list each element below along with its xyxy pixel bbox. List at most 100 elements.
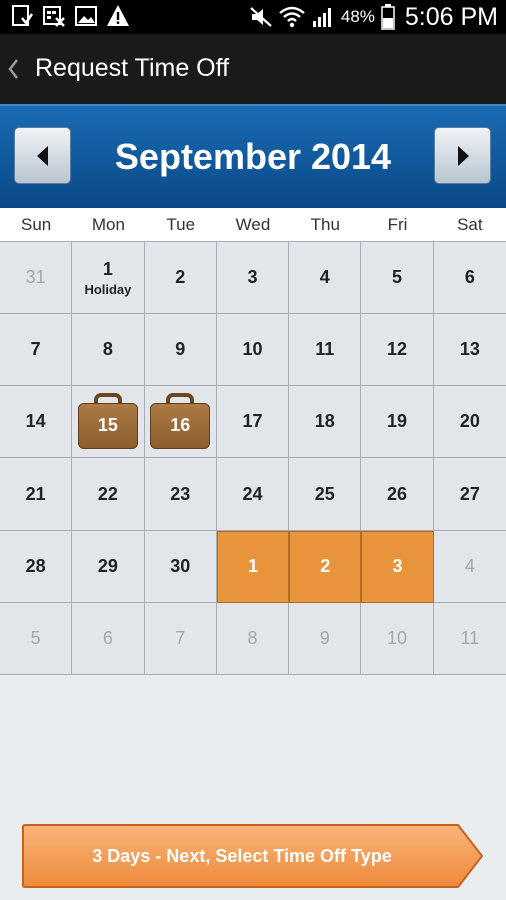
day-number: 18 (314, 411, 335, 432)
day-number: 7 (30, 339, 41, 360)
day-number: 3 (392, 556, 403, 577)
day-number: 19 (387, 411, 408, 432)
calendar-day[interactable]: 7 (0, 314, 73, 387)
calendar-day[interactable]: 9 (144, 314, 217, 387)
calendar-day-outside-month[interactable]: 9 (289, 602, 362, 675)
day-number: 28 (25, 555, 46, 576)
day-number: 9 (319, 627, 330, 648)
day-number: 10 (242, 339, 263, 360)
calendar-day-outside-month[interactable]: 11 (433, 602, 506, 675)
calendar-day-holiday[interactable]: 1 Holiday (72, 242, 145, 315)
calendar-day-outside-month[interactable]: 4 (433, 530, 506, 603)
action-bar: Request Time Off (0, 34, 506, 104)
weekday-label: Thu (310, 215, 340, 234)
image-icon (75, 6, 97, 26)
mute-icon (250, 7, 272, 27)
calendar-day[interactable]: 6 (433, 242, 506, 315)
calendar-day[interactable]: 4 (289, 242, 362, 315)
day-number: 13 (459, 339, 480, 360)
day-number: 1 (102, 258, 113, 279)
calendar-day[interactable]: 25 (289, 458, 362, 531)
calendar-day[interactable]: 3 (216, 242, 290, 315)
calendar-day-outside-month[interactable]: 7 (144, 602, 217, 675)
calendar-day[interactable]: 8 (72, 314, 145, 387)
weekday-label: Tue (166, 215, 196, 234)
day-number: 2 (320, 556, 331, 577)
calendar-day-time-off[interactable]: 15 (72, 386, 145, 459)
calendar-day-outside-month[interactable]: 31 (0, 242, 73, 315)
weekday-label: Sun (21, 215, 52, 234)
calendar-day[interactable]: 27 (433, 458, 506, 531)
signal-icon (312, 8, 331, 27)
day-number: 11 (315, 339, 335, 360)
day-number: 17 (242, 411, 263, 432)
wifi-icon (279, 6, 305, 28)
day-number: 6 (102, 627, 113, 648)
back-chevron-icon[interactable] (6, 56, 20, 82)
battery-icon (381, 4, 395, 30)
weekday-label: Mon (91, 215, 125, 234)
day-number: 25 (314, 483, 335, 504)
calendar-day[interactable]: 20 (433, 386, 506, 459)
calendar-day[interactable]: 26 (361, 458, 434, 531)
calendar-day[interactable]: 13 (433, 314, 506, 387)
day-number: 30 (170, 555, 191, 576)
day-number: 8 (247, 627, 258, 648)
calendar-day[interactable]: 29 (72, 530, 145, 603)
calendar-day-selected[interactable]: 3 (361, 530, 434, 603)
calendar-day-outside-month[interactable]: 10 (361, 602, 434, 675)
calendar-day[interactable]: 2 (144, 242, 217, 315)
day-number: 7 (175, 627, 186, 648)
calendar-day[interactable]: 17 (216, 386, 290, 459)
day-number: 21 (25, 483, 46, 504)
weekday-header: Sun Mon Tue Wed Thu Fri Sat (0, 208, 506, 241)
calendar-day-selected[interactable]: 2 (289, 530, 362, 603)
day-number: 22 (97, 483, 118, 504)
briefcase-icon: 15 (77, 392, 138, 451)
calendar-day[interactable]: 22 (72, 458, 145, 531)
warning-icon (107, 5, 129, 26)
day-number: 10 (387, 627, 408, 648)
download-done-icon (12, 5, 34, 26)
calendar-day[interactable]: 30 (144, 530, 217, 603)
calendar-day-outside-month[interactable]: 6 (72, 602, 145, 675)
calendar-day[interactable]: 5 (361, 242, 434, 315)
calendar-day[interactable]: 28 (0, 530, 73, 603)
calendar-day[interactable]: 23 (144, 458, 217, 531)
day-number: 5 (30, 627, 41, 648)
day-number: 12 (387, 339, 408, 360)
day-number: 29 (97, 555, 118, 576)
calendar-x-icon (43, 6, 65, 27)
weekday-label: Sat (457, 215, 483, 234)
calendar-day-outside-month[interactable]: 8 (216, 602, 290, 675)
day-number: 27 (459, 483, 480, 504)
calendar-day-selected[interactable]: 1 (216, 530, 290, 603)
status-bar: 48% 5:06 PM (0, 0, 506, 34)
briefcase-body: 15 (77, 402, 138, 449)
day-number: 4 (464, 555, 475, 576)
calendar-day[interactable]: 14 (0, 386, 73, 459)
calendar-day[interactable]: 21 (0, 458, 73, 531)
calendar-day[interactable]: 19 (361, 386, 434, 459)
briefcase-body: 16 (150, 402, 211, 449)
day-number: 11 (460, 627, 480, 648)
next-select-type-button[interactable]: 3 Days - Next, Select Time Off Type (22, 824, 484, 888)
day-number: 16 (170, 415, 191, 436)
next-month-button[interactable] (434, 127, 491, 184)
calendar-day-time-off[interactable]: 16 (144, 386, 217, 459)
day-number: 1 (247, 556, 258, 577)
day-number: 14 (25, 411, 46, 432)
day-number: 23 (170, 483, 191, 504)
calendar-day[interactable]: 24 (216, 458, 290, 531)
briefcase-icon: 16 (150, 392, 211, 451)
day-number: 26 (387, 483, 408, 504)
holiday-label: Holiday (84, 281, 132, 297)
day-number: 31 (25, 267, 46, 288)
calendar-day-outside-month[interactable]: 5 (0, 602, 73, 675)
clock: 5:06 PM (404, 2, 498, 31)
calendar-day[interactable]: 11 (289, 314, 362, 387)
day-number: 9 (175, 339, 186, 360)
calendar-day[interactable]: 12 (361, 314, 434, 387)
calendar-day[interactable]: 18 (289, 386, 362, 459)
calendar-day[interactable]: 10 (216, 314, 290, 387)
